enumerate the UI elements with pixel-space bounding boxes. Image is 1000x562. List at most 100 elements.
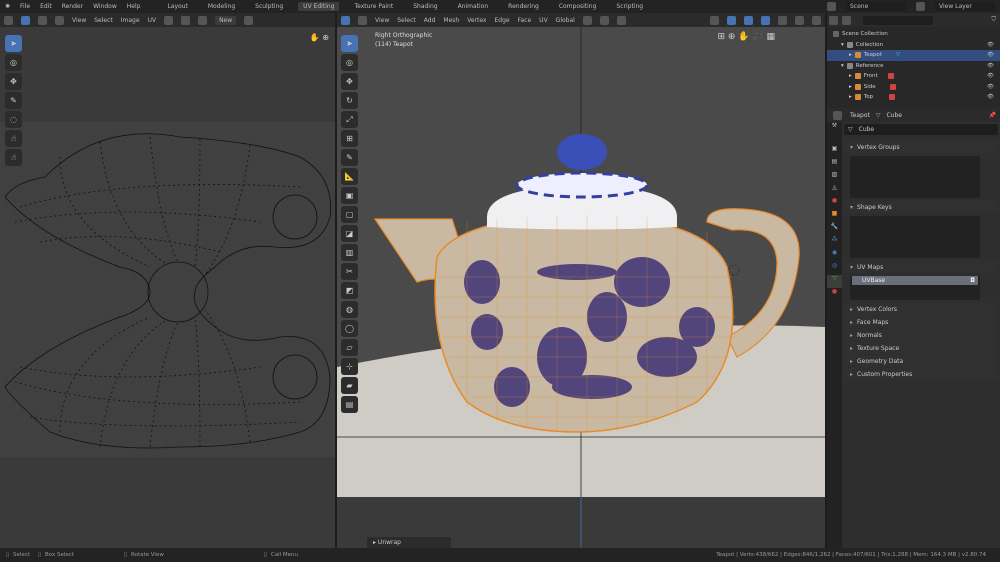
hand-pan-icon[interactable]: ✋ [310, 33, 320, 42]
scale-tool-icon[interactable]: ⤢ [341, 111, 358, 128]
perspective-icon[interactable]: ▦ [766, 32, 775, 42]
shading-material-icon[interactable] [795, 15, 804, 25]
eye-icon[interactable]: 👁 [987, 63, 994, 69]
menu-edit[interactable]: Edit [40, 3, 52, 10]
modifier-tab-icon[interactable]: 🔧 [827, 223, 842, 236]
cursor-tool-icon[interactable]: ◎ [5, 54, 22, 71]
funnel-icon[interactable]: ⛉ [991, 16, 996, 24]
orientation-dropdown[interactable]: Global [556, 17, 575, 24]
data-breadcrumb[interactable]: Cube [886, 112, 902, 119]
outliner-search-input[interactable] [863, 15, 933, 25]
uv-menu-select[interactable]: Select [94, 17, 113, 24]
outliner-row-side[interactable]: ▸ Side 👁 [827, 82, 1000, 93]
overlay-icon[interactable] [727, 15, 736, 25]
panel-custom-properties[interactable]: Custom Properties [844, 368, 998, 380]
move-tool-icon[interactable]: ✥ [341, 73, 358, 90]
outliner-row-front[interactable]: ▸ Front 👁 [827, 71, 1000, 82]
menu-help[interactable]: Help [127, 3, 141, 10]
hand-pan-icon[interactable]: ✋ [738, 32, 749, 42]
extrude-tool-icon[interactable]: ▣ [341, 187, 358, 204]
zoom-icon[interactable]: ⊕ [322, 33, 329, 42]
camera-icon[interactable]: 🎥 [752, 32, 763, 42]
pinch-tool-icon[interactable]: ☝ [5, 149, 22, 166]
shading-wire-icon[interactable] [761, 15, 770, 25]
scene-selector[interactable]: Scene [846, 2, 906, 11]
spin-tool-icon[interactable]: ◍ [341, 301, 358, 318]
shading-rendered-icon[interactable] [812, 15, 821, 25]
editor-type-icon[interactable] [4, 15, 13, 25]
outliner-row-top[interactable]: ▸ Top 👁 [827, 92, 1000, 103]
new-image-button[interactable]: New [215, 15, 237, 25]
vp-menu-mesh[interactable]: Mesh [443, 17, 459, 24]
select-tool-icon[interactable]: ➤ [341, 35, 358, 52]
panel-vertex-colors[interactable]: Vertex Colors [844, 303, 998, 315]
menu-render[interactable]: Render [62, 3, 83, 10]
mesh-data-tab-icon[interactable]: ▽ [827, 275, 842, 288]
tool-tab-icon[interactable]: ⚒ [827, 122, 842, 135]
poly-build-tool-icon[interactable]: ◩ [341, 282, 358, 299]
output-tab-icon[interactable]: ▤ [827, 158, 842, 171]
proportional-icon[interactable] [616, 15, 626, 25]
pivot-icon[interactable] [164, 15, 174, 25]
menu-file[interactable]: File [20, 3, 30, 10]
gizmo-icon[interactable] [710, 15, 719, 25]
tab-scripting[interactable]: Scripting [611, 2, 648, 11]
uv-map-item[interactable]: UVBase ◘ [852, 276, 978, 285]
vp-menu-vertex[interactable]: Vertex [467, 17, 486, 24]
object-tab-icon[interactable]: ■ [827, 210, 842, 223]
vp-menu-uv[interactable]: UV [539, 17, 548, 24]
sync-icon[interactable] [181, 15, 191, 25]
select-tool-icon[interactable]: ➤ [5, 35, 22, 52]
view-layer-selector[interactable]: View Layer [935, 2, 995, 11]
annotate-tool-icon[interactable]: ✎ [5, 92, 22, 109]
snap-icon[interactable] [599, 15, 609, 25]
rip-tool-icon[interactable]: ▤ [341, 396, 358, 413]
vp-menu-select[interactable]: Select [397, 17, 416, 24]
uv-menu-view[interactable]: View [72, 17, 86, 24]
view-layer-tab-icon[interactable]: ▧ [827, 171, 842, 184]
eye-icon[interactable]: 👁 [987, 42, 994, 48]
vp-menu-edge[interactable]: Edge [494, 17, 509, 24]
uv-maps-list[interactable]: UVBase ◘ [850, 276, 980, 300]
snap-icon[interactable] [198, 15, 208, 25]
operator-panel-unwrap[interactable]: ▸ Unwrap [367, 537, 451, 548]
tab-layout[interactable]: Layout [162, 2, 192, 11]
annotate-tool-icon[interactable]: ✎ [341, 149, 358, 166]
filter-icon[interactable] [842, 15, 851, 25]
tab-modeling[interactable]: Modeling [203, 2, 240, 11]
eye-icon[interactable]: 👁 [987, 84, 994, 90]
object-breadcrumb[interactable]: Teapot [850, 112, 870, 119]
measure-tool-icon[interactable]: 📐 [341, 168, 358, 185]
edge-mode-icon[interactable] [358, 15, 367, 25]
mesh-name-field[interactable]: ▽ Cube [844, 124, 998, 135]
panel-texture-space[interactable]: Texture Space [844, 342, 998, 354]
scene-tab-icon[interactable]: ◬ [827, 184, 842, 197]
shear-tool-icon[interactable]: ▰ [341, 377, 358, 394]
pin-icon[interactable]: 📌 [989, 112, 996, 119]
knife-tool-icon[interactable]: ✂ [341, 263, 358, 280]
viewport-canvas[interactable] [337, 27, 825, 548]
menu-window[interactable]: Window [93, 3, 117, 10]
panel-geometry-data[interactable]: Geometry Data [844, 355, 998, 367]
inset-tool-icon[interactable]: ▢ [341, 206, 358, 223]
panel-vertex-groups[interactable]: Vertex Groups [844, 141, 998, 153]
outliner-row-scene-collection[interactable]: Scene Collection [827, 29, 1000, 40]
edge-select-icon[interactable] [38, 15, 47, 25]
panel-shape-keys[interactable]: Shape Keys [844, 201, 998, 213]
xray-icon[interactable] [744, 15, 753, 25]
material-tab-icon[interactable]: ● [827, 288, 842, 301]
bevel-tool-icon[interactable]: ◪ [341, 225, 358, 242]
shrink-tool-icon[interactable]: ⊹ [341, 358, 358, 375]
outliner-row-reference[interactable]: ▾ Reference 👁 [827, 61, 1000, 72]
transform-tool-icon[interactable]: ⊞ [341, 130, 358, 147]
vp-menu-add[interactable]: Add [424, 17, 436, 24]
move-tool-icon[interactable]: ✥ [5, 73, 22, 90]
zoom-icon[interactable]: ⊕ [728, 32, 736, 42]
rip-tool-icon[interactable]: ◌ [5, 111, 22, 128]
outliner-row-teapot[interactable]: ▸ Teapot ▽ 👁 [827, 50, 1000, 61]
tab-shading[interactable]: Shading [408, 2, 442, 11]
vertex-groups-list[interactable] [850, 156, 980, 198]
loop-cut-tool-icon[interactable]: ▥ [341, 244, 358, 261]
physics-tab-icon[interactable]: ◉ [827, 249, 842, 262]
smooth-tool-icon[interactable]: ◯ [341, 320, 358, 337]
